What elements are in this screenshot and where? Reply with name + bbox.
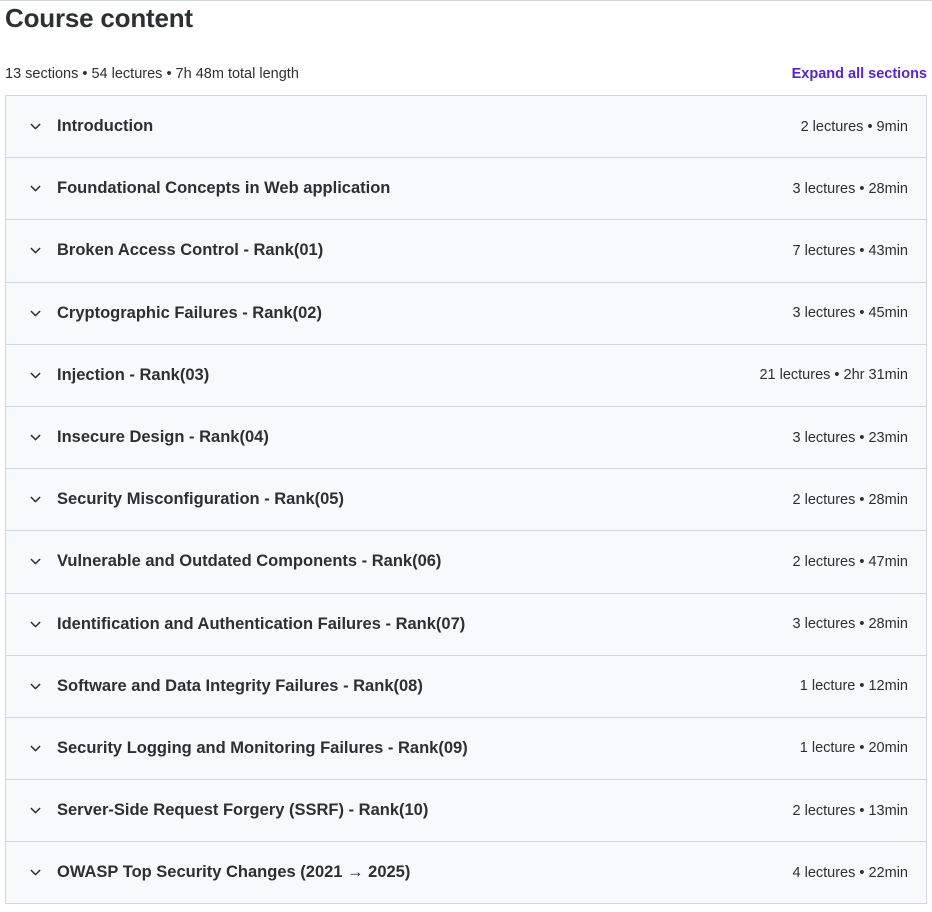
section-row[interactable]: Software and Data Integrity Failures - R… [6, 655, 926, 718]
section-header-left: Injection - Rank(03) [28, 366, 209, 385]
section-meta: 3 lectures • 28min [792, 180, 909, 197]
section-meta: 3 lectures • 45min [792, 305, 909, 322]
section-row[interactable]: Cryptographic Failures - Rank(02) 3 lectu… [6, 282, 926, 345]
section-title: Security Misconfiguration - Rank(05) [57, 490, 344, 509]
section-title: Security Logging and Monitoring Failures… [57, 738, 468, 757]
section-title: OWASP Top Security Changes (2021 → 2025) [57, 863, 411, 882]
chevron-down-icon[interactable] [28, 493, 42, 507]
section-header-left: Introduction [28, 117, 153, 136]
chevron-down-icon[interactable] [28, 617, 42, 631]
expand-all-sections-button[interactable]: Expand all sections [792, 66, 927, 82]
chevron-down-icon[interactable] [28, 306, 42, 320]
section-header-left: Server-Side Request Forgery (SSRF) - Ran… [28, 801, 428, 820]
chevron-down-icon[interactable] [28, 555, 42, 569]
section-meta: 4 lectures • 22min [792, 864, 909, 881]
section-header-left: Foundational Concepts in Web application [28, 179, 390, 198]
section-row[interactable]: Identification and Authentication Failur… [6, 593, 926, 656]
section-meta: 21 lectures • 2hr 31min [759, 367, 908, 384]
course-content-panel: Course content 13 sections • 54 lectures… [0, 0, 932, 912]
chevron-down-icon[interactable] [28, 741, 42, 755]
section-row[interactable]: OWASP Top Security Changes (2021 → 2025)… [6, 842, 926, 905]
section-header-left: Cryptographic Failures - Rank(02) [28, 304, 322, 323]
section-header-left: Vulnerable and Outdated Components - Ran… [28, 552, 441, 571]
chevron-down-icon[interactable] [28, 866, 42, 880]
section-header-left: Security Logging and Monitoring Failures… [28, 739, 468, 758]
section-row[interactable]: Broken Access Control - Rank(01) 7 lectur… [6, 220, 926, 283]
section-meta: 1 lecture • 20min [799, 740, 908, 757]
section-meta: 2 lectures • 13min [792, 802, 909, 819]
section-title: Foundational Concepts in Web application [57, 179, 391, 198]
section-header-left: OWASP Top Security Changes (2021 → 2025) [28, 863, 410, 882]
chevron-down-icon[interactable] [28, 368, 42, 382]
course-summary: 13 sections • 54 lectures • 7h 48m total… [5, 66, 299, 82]
section-header-left: Insecure Design - Rank(04) [28, 428, 269, 447]
summary-row: 13 sections • 54 lectures • 7h 48m total… [5, 64, 927, 84]
section-meta: 3 lectures • 28min [792, 616, 909, 633]
section-header-left: Security Misconfiguration - Rank(05) [28, 490, 344, 509]
section-row[interactable]: Security Misconfiguration - Rank(05) 2 le… [6, 469, 926, 532]
chevron-down-icon[interactable] [28, 431, 42, 445]
section-meta: 2 lectures • 28min [792, 491, 909, 508]
section-meta: 2 lectures • 47min [792, 553, 909, 570]
section-row[interactable]: Introduction 2 lectures • 9min [6, 96, 926, 159]
section-header-left: Identification and Authentication Failur… [28, 615, 465, 634]
section-title: Injection - Rank(03) [57, 365, 210, 384]
chevron-down-icon[interactable] [28, 679, 42, 693]
section-row[interactable]: Foundational Concepts in Web application… [6, 158, 926, 221]
section-title: Insecure Design - Rank(04) [57, 428, 269, 447]
section-title: Vulnerable and Outdated Components - Ran… [57, 552, 442, 571]
chevron-down-icon[interactable] [28, 182, 42, 196]
section-title: Server-Side Request Forgery (SSRF) - Ran… [57, 801, 429, 820]
section-meta: 2 lectures • 9min [800, 118, 908, 135]
page-title: Course content [5, 3, 193, 33]
top-divider [0, 0, 932, 1]
section-row[interactable]: Injection - Rank(03) 21 lectures • 2hr 31… [6, 344, 926, 407]
chevron-down-icon[interactable] [28, 120, 42, 134]
chevron-down-icon[interactable] [28, 804, 42, 818]
section-title: Software and Data Integrity Failures - R… [57, 676, 423, 695]
chevron-down-icon[interactable] [28, 244, 42, 258]
section-row[interactable]: Vulnerable and Outdated Components - Ran… [6, 531, 926, 594]
section-title: Broken Access Control - Rank(01) [57, 241, 324, 260]
section-header-left: Software and Data Integrity Failures - R… [28, 677, 423, 696]
section-meta: 7 lectures • 43min [792, 242, 909, 259]
section-title: Identification and Authentication Failur… [57, 614, 466, 633]
section-title: Cryptographic Failures - Rank(02) [57, 303, 322, 322]
section-meta: 3 lectures • 23min [792, 429, 909, 446]
section-title: Introduction [57, 117, 154, 136]
section-row[interactable]: Security Logging and Monitoring Failures… [6, 717, 926, 781]
section-row[interactable]: Insecure Design - Rank(04) 3 lectures • 2… [6, 406, 926, 470]
section-row[interactable]: Server-Side Request Forgery (SSRF) - Ran… [6, 780, 926, 843]
section-header-left: Broken Access Control - Rank(01) [28, 241, 323, 260]
section-meta: 1 lecture • 12min [799, 678, 908, 695]
sections-accordion: Introduction 2 lectures • 9min Foundationa… [5, 95, 927, 905]
